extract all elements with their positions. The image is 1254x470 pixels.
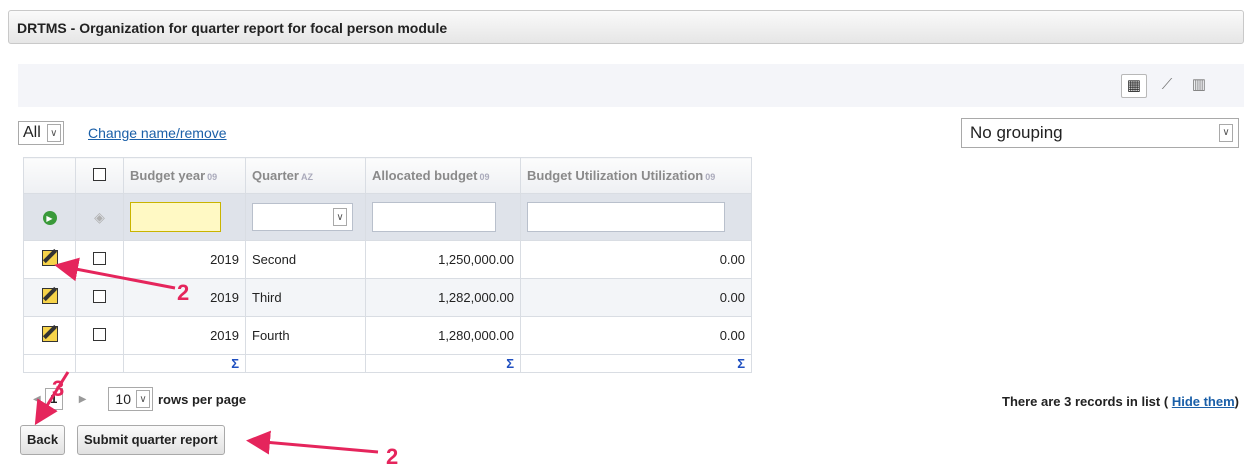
annotation-marker: 2: [386, 444, 399, 469]
annotation-marker: 2: [177, 280, 190, 305]
annotation-arrow: [54, 257, 176, 290]
annotation-marker: 3: [52, 376, 65, 401]
annotation-arrows: [34, 257, 379, 455]
annotation-arrow: [246, 430, 379, 455]
